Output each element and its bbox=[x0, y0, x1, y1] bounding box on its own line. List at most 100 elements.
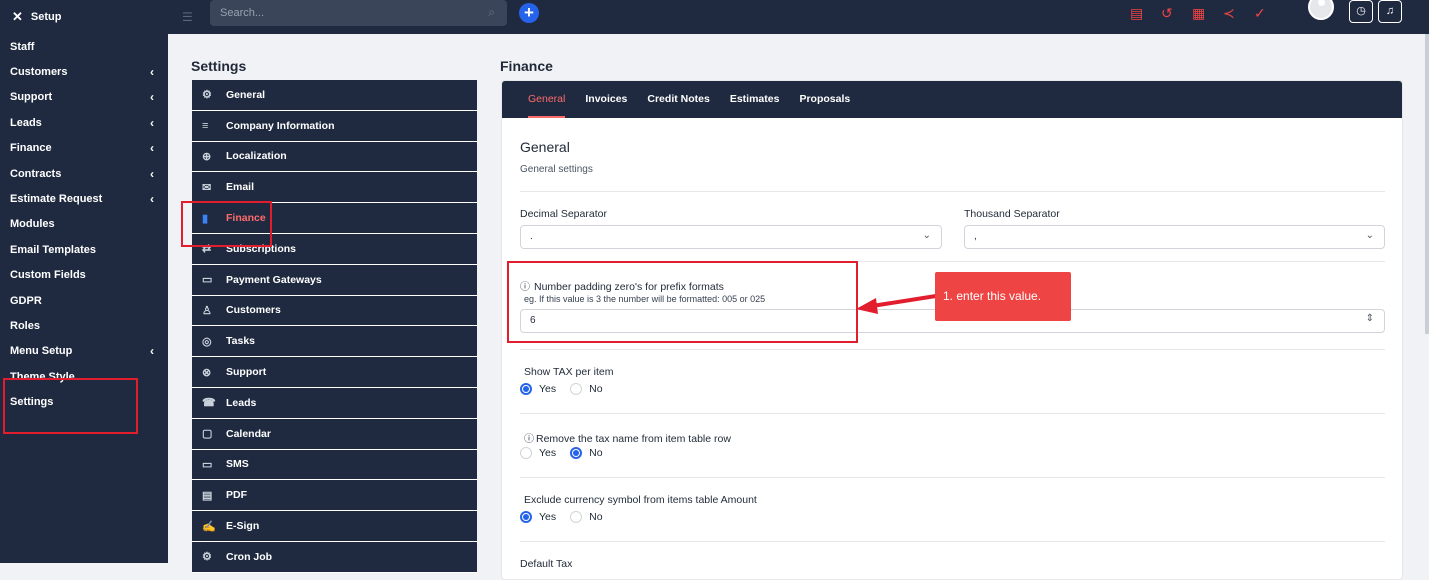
settings-menu-label: Customers bbox=[226, 304, 281, 317]
settings-menu-support[interactable]: ⊗ Support bbox=[192, 357, 477, 388]
settings-menu-label: Leads bbox=[226, 396, 257, 409]
radio-unchecked-icon[interactable] bbox=[520, 447, 532, 459]
show-tax-label: Show TAX per item bbox=[524, 366, 614, 378]
sidebar-item-label: Customers bbox=[10, 66, 68, 79]
chevron-left-icon: ‹ bbox=[150, 166, 154, 181]
sidebar-item-modules[interactable]: Modules bbox=[0, 212, 168, 237]
remove-tax-yes[interactable]: Yes bbox=[520, 447, 556, 459]
timer-button[interactable]: ◷ bbox=[1349, 0, 1373, 23]
radio-checked-icon[interactable] bbox=[570, 447, 583, 459]
sidebar-item-staff[interactable]: Staff bbox=[0, 34, 168, 59]
search-input[interactable]: Search... ⌕ bbox=[210, 0, 507, 26]
tab-invoices[interactable]: Invoices bbox=[585, 81, 627, 118]
settings-menu-sms[interactable]: ▭ SMS bbox=[192, 449, 477, 481]
sidebar-item-gdpr[interactable]: GDPR bbox=[0, 288, 168, 313]
divider bbox=[520, 541, 1385, 542]
divider bbox=[520, 191, 1385, 192]
remove-tax-no[interactable]: No bbox=[570, 447, 603, 459]
radio-checked-icon[interactable] bbox=[520, 511, 532, 523]
tab-estimates[interactable]: Estimates bbox=[730, 81, 780, 118]
sidebar-item-custom-fields[interactable]: Custom Fields bbox=[0, 263, 168, 288]
settings-menu-e-sign[interactable]: ✍ E-Sign bbox=[192, 511, 477, 542]
tab-general[interactable]: General bbox=[528, 81, 566, 118]
sidebar-item-menu-setup[interactable]: Menu Setup ‹ bbox=[0, 339, 168, 364]
sidebar-item-finance[interactable]: Finance ‹ bbox=[0, 136, 168, 161]
sidebar-item-roles[interactable]: Roles bbox=[0, 313, 168, 338]
add-button[interactable]: + bbox=[519, 3, 539, 23]
close-icon[interactable]: ✕ bbox=[12, 9, 23, 25]
leads-icon: ☎ bbox=[202, 397, 216, 410]
radio-label: Yes bbox=[539, 511, 557, 523]
settings-menu-pdf[interactable]: ▤ PDF bbox=[192, 480, 477, 512]
radio-unchecked-icon[interactable] bbox=[570, 511, 583, 523]
sidebar-item-email-templates[interactable]: Email Templates bbox=[0, 237, 168, 262]
sidebar-item-label: Contracts bbox=[10, 167, 62, 180]
menu-toggle-icon[interactable]: ☰ bbox=[182, 10, 193, 24]
sidebar-item-estimate-request[interactable]: Estimate Request ‹ bbox=[0, 186, 168, 211]
stepper-icon[interactable]: ⇕ bbox=[1366, 313, 1374, 324]
show-tax-yes[interactable]: Yes bbox=[520, 383, 556, 395]
settings-menu-label: PDF bbox=[226, 489, 247, 502]
radio-label: Yes bbox=[539, 447, 557, 459]
support-icon: ⊗ bbox=[202, 366, 212, 379]
radio-unchecked-icon[interactable] bbox=[570, 383, 583, 395]
avatar[interactable] bbox=[1308, 0, 1334, 20]
thousand-separator-value: , bbox=[974, 231, 977, 242]
sidebar-item-contracts[interactable]: Contracts ‹ bbox=[0, 161, 168, 186]
customers-icon: ♙ bbox=[202, 304, 212, 317]
settings-menu-label: Cron Job bbox=[226, 550, 273, 563]
settings-menu-customers[interactable]: ♙ Customers bbox=[192, 295, 477, 327]
finance-tabs: General Invoices Credit Notes Estimates Prop… bbox=[502, 81, 1402, 118]
tab-credit-notes[interactable]: Credit Notes bbox=[647, 81, 709, 118]
settings-menu-calendar[interactable]: ▢ Calendar bbox=[192, 418, 477, 450]
sidebar-item-customers[interactable]: Customers ‹ bbox=[0, 59, 168, 84]
cron-job-icon: ⚙ bbox=[202, 551, 212, 564]
thousand-separator-label: Thousand Separator bbox=[964, 208, 1060, 220]
radio-checked-icon[interactable] bbox=[520, 383, 532, 395]
exclude-currency-radios: Yes No bbox=[520, 511, 617, 523]
search-icon[interactable]: ⌕ bbox=[488, 5, 495, 20]
sidebar-header[interactable]: ✕ Setup bbox=[0, 0, 168, 34]
sidebar-item-leads[interactable]: Leads ‹ bbox=[0, 110, 168, 135]
settings-menu-general[interactable]: ⚙ General bbox=[192, 80, 477, 111]
settings-menu-label: Tasks bbox=[226, 335, 255, 348]
settings-menu-localization[interactable]: ⊕ Localization bbox=[192, 141, 477, 173]
sidebar-item-label: Support bbox=[10, 91, 53, 104]
thousand-separator-select[interactable]: , ⌄ bbox=[964, 225, 1385, 249]
decimal-separator-select[interactable]: . ⌄ bbox=[520, 225, 942, 249]
scrollbar[interactable] bbox=[1425, 34, 1429, 334]
chevron-left-icon: ‹ bbox=[150, 344, 154, 359]
payment-gateways-icon: ▭ bbox=[202, 274, 213, 287]
check-icon[interactable]: ✓ bbox=[1254, 5, 1266, 22]
settings-menu-email[interactable]: ✉ Email bbox=[192, 172, 477, 204]
localization-icon: ⊕ bbox=[202, 150, 212, 163]
share-icon[interactable]: ≺ bbox=[1223, 5, 1235, 22]
sidebar-item-label: Menu Setup bbox=[10, 345, 73, 358]
settings-menu-label: General bbox=[226, 88, 266, 101]
tab-proposals[interactable]: Proposals bbox=[799, 81, 850, 118]
settings-menu-tasks[interactable]: ◎ Tasks bbox=[192, 326, 477, 358]
exclude-currency-yes[interactable]: Yes bbox=[520, 511, 556, 523]
sidebar-item-label: Custom Fields bbox=[10, 269, 86, 282]
settings-menu-payment-gateways[interactable]: ▭ Payment Gateways bbox=[192, 264, 477, 296]
qr-code-icon[interactable]: ▦ bbox=[1192, 5, 1205, 22]
sidebar-item-label: Email Templates bbox=[10, 243, 96, 256]
sidebar-item-label: Leads bbox=[10, 116, 42, 129]
divider bbox=[520, 477, 1385, 478]
sidebar-item-label: Roles bbox=[10, 319, 40, 332]
arrow-line bbox=[871, 294, 937, 308]
history-icon[interactable]: ↺ bbox=[1161, 5, 1173, 22]
settings-menu-leads[interactable]: ☎ Leads bbox=[192, 387, 477, 419]
id-card-icon[interactable]: ▤ bbox=[1130, 5, 1143, 22]
notifications-button[interactable]: ♫ bbox=[1378, 0, 1402, 23]
chevron-left-icon: ‹ bbox=[150, 115, 154, 130]
exclude-currency-no[interactable]: No bbox=[570, 511, 603, 523]
show-tax-no[interactable]: No bbox=[570, 383, 603, 395]
tasks-icon: ◎ bbox=[202, 335, 212, 348]
sidebar-item-label: Finance bbox=[10, 142, 52, 155]
settings-menu-company-information[interactable]: ≡ Company Information bbox=[192, 110, 477, 142]
settings-menu-cron-job[interactable]: ⚙ Cron Job bbox=[192, 541, 477, 573]
settings-menu-label: Support bbox=[226, 366, 267, 379]
divider bbox=[520, 349, 1385, 350]
sidebar-item-support[interactable]: Support ‹ bbox=[0, 85, 168, 110]
